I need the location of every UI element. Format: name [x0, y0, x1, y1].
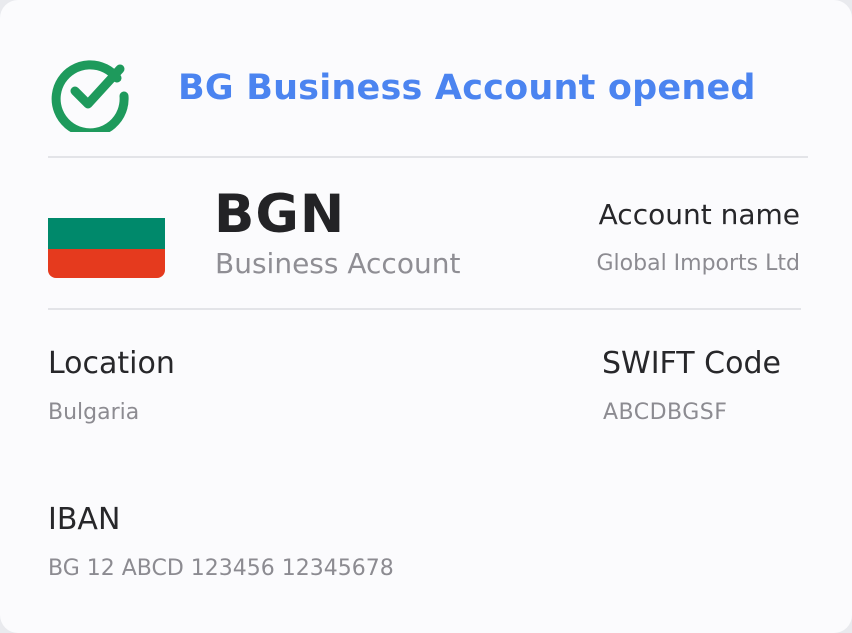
iban-label: IBAN: [48, 502, 121, 537]
bulgaria-flag-icon: [48, 218, 165, 278]
swift-code-label: SWIFT Code: [602, 346, 781, 381]
iban-value: BG 12 ABCD 123456 12345678: [48, 556, 394, 581]
page-title: BG Business Account opened: [178, 68, 756, 108]
account-name-label: Account name: [598, 198, 800, 231]
account-type: Business Account: [215, 247, 461, 280]
currency-code: BGN: [214, 184, 346, 245]
location-label: Location: [48, 346, 175, 381]
account-name-value: Global Imports Ltd: [596, 251, 801, 276]
header-divider: [48, 156, 808, 158]
location-value: Bulgaria: [48, 400, 140, 425]
swift-code-value: ABCDBGSF: [603, 400, 728, 425]
check-circle-icon: [51, 60, 129, 132]
section-divider: [48, 308, 801, 310]
account-opened-card: BG Business Account opened BGN Business …: [0, 0, 852, 633]
